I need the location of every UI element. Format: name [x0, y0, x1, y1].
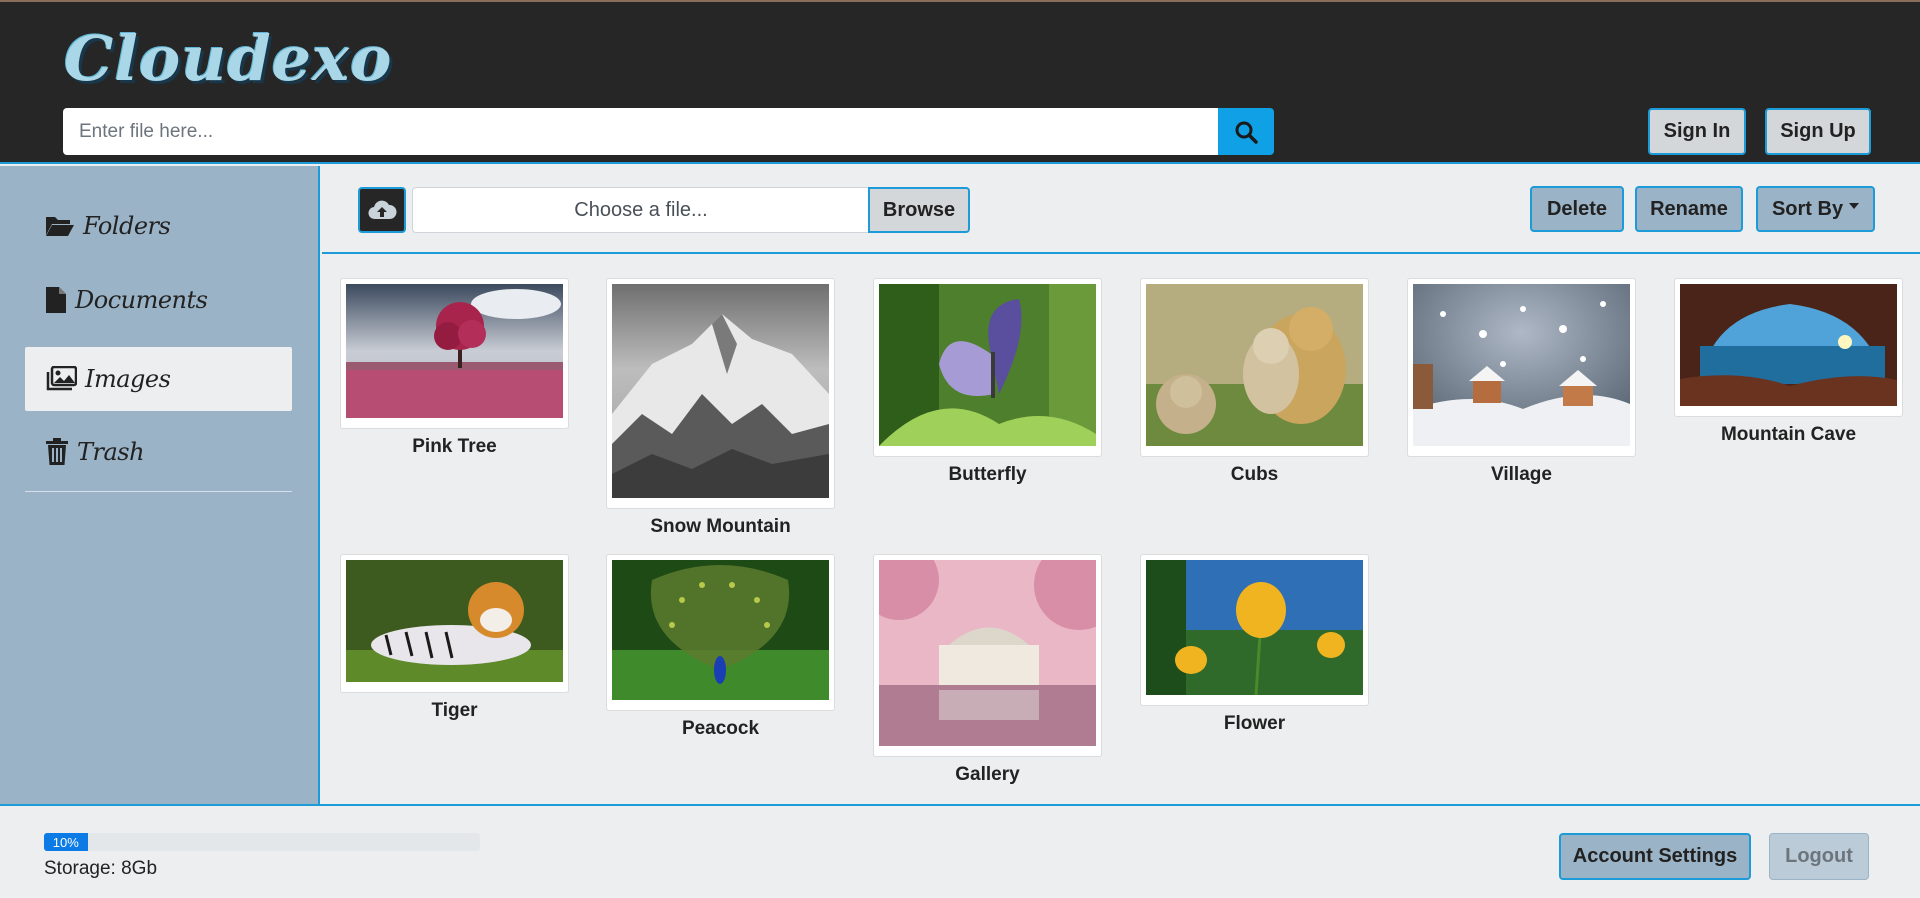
file-toolbar: Choose a file... Browse Delete Rename So… [322, 166, 1920, 254]
sign-up-button[interactable]: Sign Up [1765, 108, 1871, 155]
image-thumbnail[interactable] [873, 278, 1102, 457]
tiger-image [346, 560, 563, 682]
image-card[interactable]: Flower [1140, 554, 1369, 735]
image-thumbnail[interactable] [1140, 278, 1369, 457]
sidebar-item-label: Images [85, 365, 171, 393]
storage-label: Storage: 8Gb [44, 858, 158, 879]
image-thumbnail[interactable] [1140, 554, 1369, 706]
browse-button[interactable]: Browse [868, 187, 970, 233]
search-icon [1235, 121, 1258, 144]
image-thumbnail[interactable] [1407, 278, 1636, 457]
sidebar-divider [25, 491, 292, 492]
search-input[interactable] [63, 108, 1218, 155]
trash-icon [46, 438, 68, 465]
image-thumbnail[interactable] [606, 278, 835, 509]
pink-tree-image [346, 284, 563, 418]
sort-by-label: Sort By [1771, 197, 1844, 220]
image-card[interactable]: Pink Tree [340, 278, 569, 458]
image-card[interactable]: Village [1407, 278, 1636, 486]
flower-image [1146, 560, 1363, 696]
images-icon [46, 366, 77, 391]
sidebar-item-documents[interactable]: Documents [25, 268, 292, 332]
cloud-upload-icon [368, 200, 397, 220]
image-caption: Tiger [431, 700, 478, 721]
sort-by-dropdown[interactable]: Sort By [1756, 186, 1875, 232]
image-caption: Cubs [1230, 464, 1279, 485]
image-caption: Snow Mountain [650, 516, 791, 537]
footer: 10% Storage: 8Gb Account Settings Logout [0, 804, 1920, 898]
image-caption: Gallery [955, 764, 1020, 785]
sidebar-item-folders[interactable]: Folders [25, 194, 292, 258]
village-image [1413, 284, 1630, 446]
peacock-image [612, 560, 829, 700]
image-caption: Village [1491, 464, 1552, 485]
upload-button[interactable] [358, 187, 406, 233]
file-chooser-input[interactable]: Choose a file... [412, 187, 870, 233]
top-header: Cloudexo Sign In Sign Up [0, 0, 1920, 164]
cubs-image [1146, 284, 1363, 446]
rename-button[interactable]: Rename [1635, 186, 1743, 232]
storage-progress-fill: 10% [44, 833, 88, 851]
image-caption: Flower [1223, 713, 1286, 734]
search-button[interactable] [1218, 108, 1274, 155]
logout-button[interactable]: Logout [1769, 833, 1869, 880]
search-bar [63, 108, 1274, 155]
image-thumbnail[interactable] [340, 554, 569, 693]
image-thumbnail[interactable] [340, 278, 569, 429]
image-thumbnail[interactable] [606, 554, 835, 711]
mountain-cave-image [1680, 284, 1897, 406]
image-card[interactable]: Peacock [606, 554, 835, 740]
delete-button[interactable]: Delete [1530, 186, 1624, 232]
image-thumbnail[interactable] [859, 540, 1124, 757]
snow-mountain-image [612, 284, 829, 498]
image-caption: Mountain Cave [1720, 424, 1857, 445]
sidebar-item-label: Documents [75, 286, 208, 314]
image-caption: Butterfly [948, 464, 1027, 485]
image-card[interactable]: Snow Mountain [606, 278, 835, 538]
app-logo[interactable]: Cloudexo [64, 22, 392, 95]
sidebar: Folders Documents Images Trash [0, 166, 320, 804]
image-card[interactable]: Mountain Cave [1674, 278, 1903, 446]
gallery-image [859, 540, 1124, 746]
sidebar-item-label: Folders [83, 212, 171, 240]
image-card[interactable]: Tiger [340, 554, 569, 722]
image-card[interactable]: Cubs [1140, 278, 1369, 486]
image-card[interactable]: Gallery [859, 540, 1124, 786]
folder-open-icon [46, 217, 74, 236]
sign-in-button[interactable]: Sign In [1648, 108, 1746, 155]
image-card[interactable]: Butterfly [873, 278, 1102, 486]
file-icon [46, 287, 66, 313]
sidebar-item-label: Trash [77, 438, 145, 466]
butterfly-image [879, 284, 1096, 446]
account-settings-button[interactable]: Account Settings [1559, 833, 1751, 880]
chevron-down-icon [1849, 203, 1860, 209]
image-caption: Peacock [681, 718, 760, 739]
image-thumbnail[interactable] [1674, 278, 1903, 417]
storage-progress-bar: 10% [44, 833, 480, 851]
image-gallery: Pink Tree Snow Mountain Butterfly Cubs V… [322, 256, 1920, 804]
sidebar-item-trash[interactable]: Trash [25, 420, 292, 484]
sidebar-item-images[interactable]: Images [25, 347, 292, 411]
image-caption: Pink Tree [412, 436, 497, 457]
